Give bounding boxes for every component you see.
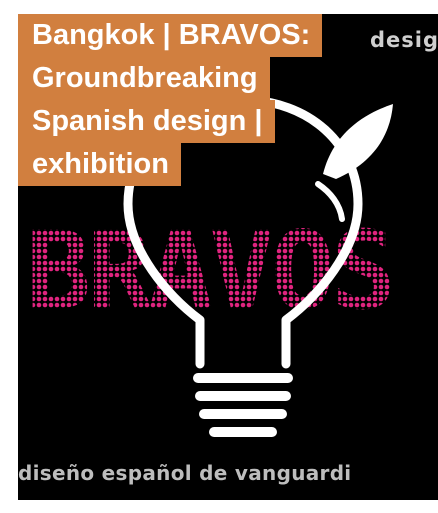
article-title[interactable]: Bangkok | BRAVOS: Groundbreaking Spanish… [18,14,370,186]
poster-tagline: diseño español de vanguardi [18,461,352,485]
poster-top-text: desig [370,28,438,52]
title-line: exhibition [18,143,181,186]
title-line: Spanish design | [18,100,275,143]
article-card[interactable]: BRAVOS desig Bangkok | BRAVOS: Groundbre… [18,14,438,500]
title-line: Groundbreaking [18,57,270,100]
title-line: Bangkok | BRAVOS: [18,14,323,57]
bulb-base [193,373,293,437]
